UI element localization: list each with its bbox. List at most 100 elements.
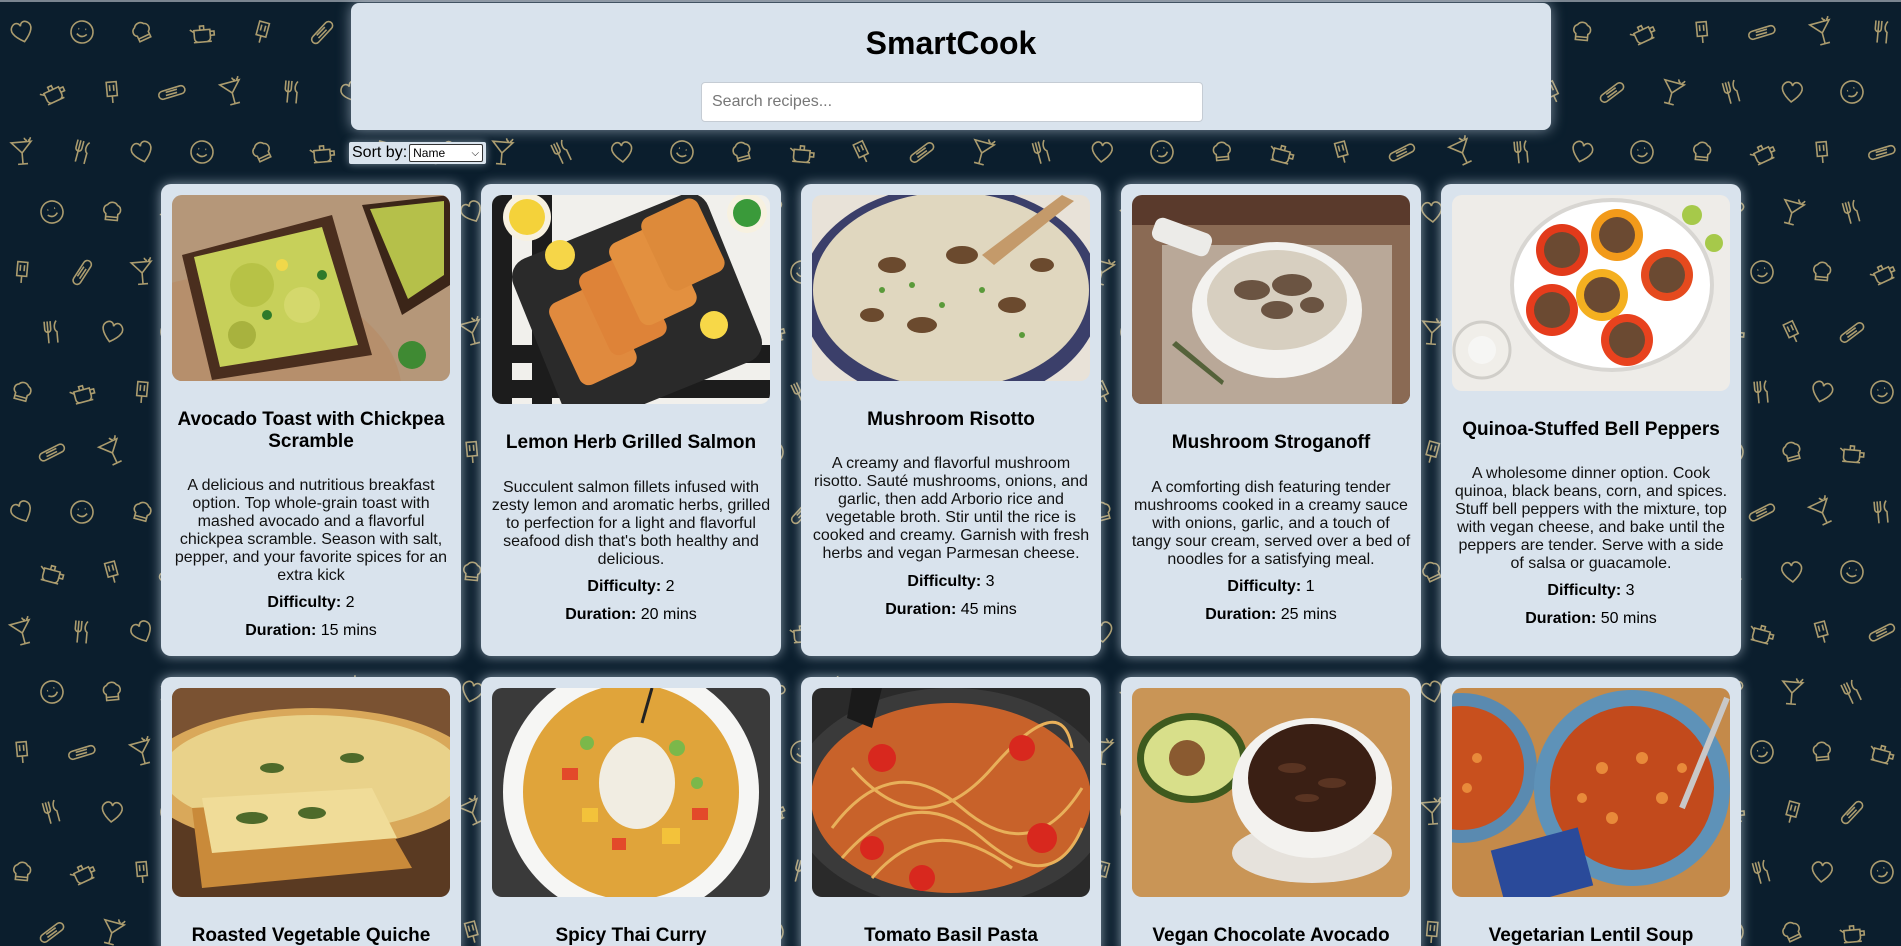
hotdog-icon bbox=[1388, 138, 1416, 166]
cutlery-icon bbox=[38, 798, 66, 826]
recipe-title: Mushroom Risotto bbox=[867, 409, 1035, 430]
teapot-icon bbox=[68, 858, 96, 886]
recipe-duration: Duration: 25 mins bbox=[1205, 606, 1337, 623]
popsicle-icon bbox=[1688, 18, 1716, 46]
heart-icon bbox=[608, 138, 636, 166]
recipe-duration: Duration: 45 mins bbox=[885, 601, 1017, 618]
heart-icon bbox=[1568, 138, 1596, 166]
mushroom-risotto-photo bbox=[812, 195, 1090, 381]
teapot-icon bbox=[1748, 618, 1776, 646]
hotdog-icon bbox=[1868, 138, 1896, 166]
chef-hat-icon bbox=[98, 678, 126, 706]
smiley-icon bbox=[1748, 258, 1776, 286]
hotdog-icon bbox=[1748, 498, 1776, 526]
popsicle-icon bbox=[128, 378, 156, 406]
teapot-icon bbox=[1868, 738, 1896, 766]
smiley-icon bbox=[68, 18, 96, 46]
smiley-icon bbox=[1148, 138, 1176, 166]
chef-hat-icon bbox=[1778, 438, 1806, 466]
teapot-icon bbox=[1838, 438, 1866, 466]
tomato-pasta-photo bbox=[812, 688, 1090, 897]
smiley-icon bbox=[1838, 558, 1866, 586]
cocktail-icon bbox=[1778, 676, 1806, 706]
recipe-card[interactable]: Spicy Thai Curry bbox=[481, 677, 781, 946]
hotdog-icon bbox=[1838, 318, 1866, 346]
recipe-card[interactable]: Avocado Toast with Chickpea Scramble A d… bbox=[161, 184, 461, 656]
chef-hat-icon bbox=[728, 138, 756, 166]
hotdog-icon bbox=[158, 78, 186, 106]
hotdog-icon bbox=[908, 138, 936, 166]
recipe-card[interactable]: Vegetarian Lentil Soup bbox=[1441, 677, 1741, 946]
cutlery-icon bbox=[68, 138, 96, 166]
chef-hat-icon bbox=[1778, 918, 1806, 946]
cocktail-icon bbox=[1807, 14, 1836, 46]
teapot-icon bbox=[38, 78, 66, 106]
chef-hat-icon bbox=[8, 858, 36, 886]
cutlery-icon bbox=[1748, 378, 1776, 406]
smiley-icon bbox=[38, 198, 66, 226]
recipe-card[interactable]: Lemon Herb Grilled Salmon Succulent salm… bbox=[481, 184, 781, 656]
mushroom-stroganoff-photo bbox=[1132, 195, 1410, 404]
cocktail-icon bbox=[1778, 196, 1807, 226]
cutlery-icon bbox=[38, 318, 66, 346]
popsicle-icon bbox=[848, 138, 876, 166]
cocktail-icon bbox=[128, 256, 156, 286]
teapot-icon bbox=[68, 378, 96, 406]
teapot-icon bbox=[188, 18, 216, 46]
recipe-card[interactable]: Tomato Basil Pasta bbox=[801, 677, 1101, 946]
heart-icon bbox=[128, 618, 156, 646]
smiley-icon bbox=[1868, 858, 1896, 886]
smiley-icon bbox=[68, 498, 96, 526]
hotdog-icon bbox=[68, 258, 96, 286]
recipe-card[interactable]: Vegan Chocolate Avocado bbox=[1121, 677, 1421, 946]
recipe-description: Succulent salmon fillets infused with ze… bbox=[491, 479, 771, 568]
recipe-title: Quinoa-Stuffed Bell Peppers bbox=[1462, 419, 1720, 440]
popsicle-icon bbox=[128, 858, 156, 886]
recipe-card[interactable]: Roasted Vegetable Quiche bbox=[161, 677, 461, 946]
recipe-card[interactable]: Quinoa-Stuffed Bell Peppers A wholesome … bbox=[1441, 184, 1741, 656]
sort-select[interactable]: Name ⌵ bbox=[409, 144, 484, 162]
cocktail-icon bbox=[7, 614, 36, 646]
search-input[interactable] bbox=[701, 82, 1203, 122]
recipe-duration: Duration: 15 mins bbox=[245, 622, 377, 639]
app-title: SmartCook bbox=[865, 25, 1037, 61]
cutlery-icon bbox=[1508, 138, 1536, 166]
cutlery-icon bbox=[1868, 498, 1896, 526]
chef-hat-icon bbox=[1808, 258, 1836, 286]
popsicle-icon bbox=[8, 258, 36, 286]
teapot-icon bbox=[38, 558, 66, 586]
teapot-icon bbox=[1268, 138, 1296, 166]
teapot-icon bbox=[1868, 258, 1896, 286]
cutlery-icon bbox=[1718, 78, 1746, 106]
hotdog-icon bbox=[1748, 18, 1776, 46]
heart-icon bbox=[98, 798, 126, 826]
hotdog-icon bbox=[1598, 78, 1626, 106]
popsicle-icon bbox=[98, 78, 126, 106]
avocado-toast-photo bbox=[172, 195, 450, 381]
recipe-duration: Duration: 50 mins bbox=[1525, 610, 1657, 627]
chef-hat-icon bbox=[1568, 18, 1596, 46]
smiley-icon bbox=[188, 138, 216, 166]
smiley-icon bbox=[1628, 138, 1656, 166]
smiley-icon bbox=[38, 678, 66, 706]
recipe-description: A wholesome dinner option. Cook quinoa, … bbox=[1454, 465, 1728, 572]
cutlery-icon bbox=[548, 138, 576, 166]
chef-hat-icon bbox=[128, 18, 156, 46]
smiley-icon bbox=[668, 138, 696, 166]
hotdog-icon bbox=[1838, 798, 1866, 826]
cutlery-icon bbox=[278, 78, 306, 106]
teapot-icon bbox=[788, 138, 816, 166]
recipe-title: Tomato Basil Pasta bbox=[864, 925, 1038, 946]
recipe-card[interactable]: Mushroom Stroganoff A comforting dish fe… bbox=[1121, 184, 1421, 656]
popsicle-icon bbox=[1328, 138, 1356, 166]
recipe-description: A delicious and nutritious breakfast opt… bbox=[174, 477, 448, 584]
cocktail-icon bbox=[217, 74, 246, 106]
cocktail-icon bbox=[98, 916, 127, 946]
chef-hat-icon bbox=[98, 198, 126, 226]
recipe-card[interactable]: Mushroom Risotto A creamy and flavorful … bbox=[801, 184, 1101, 656]
teapot-icon bbox=[1838, 918, 1866, 946]
chef-hat-icon bbox=[1688, 138, 1716, 166]
smiley-icon bbox=[1748, 738, 1776, 766]
chef-hat-icon bbox=[8, 378, 36, 406]
cocktail-icon bbox=[1806, 493, 1836, 526]
